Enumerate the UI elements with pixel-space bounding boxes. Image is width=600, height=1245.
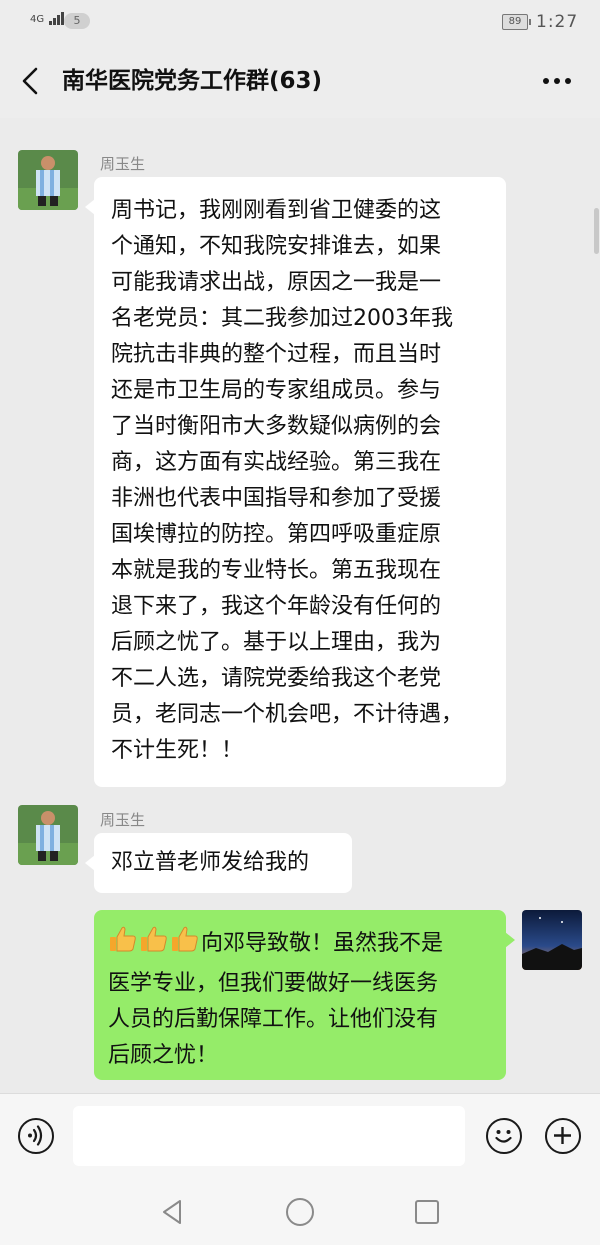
voice-input-button[interactable] [18, 1118, 54, 1154]
voice-input-icon [28, 1125, 43, 1146]
nav-home-button[interactable] [284, 1196, 316, 1228]
message-line: 名老党员：其二我参加过2003年我 [111, 306, 453, 331]
message-bubble[interactable]: 周书记，我刚刚看到省卫健委的这 个通知，不知我院安排谁去，如果 可能我请求出战，… [85, 177, 506, 787]
message-line: 还是市卫生局的专家组成员。参与 [111, 378, 442, 403]
back-button[interactable] [18, 66, 44, 96]
signal-icon: 4G [30, 12, 65, 25]
message-first-line: 向邓导致敬！虽然我不是 [108, 924, 496, 966]
message-line: 向邓导致敬！虽然我不是 [201, 931, 444, 956]
sender-avatar[interactable] [18, 150, 78, 210]
message-line: 本就是我的专业特长。第五我现在 [111, 558, 442, 583]
system-nav-bar [0, 1177, 600, 1245]
message-line: 不二人选，请院党委给我这个老党 [111, 666, 442, 691]
message-line: 国埃博拉的防控。第四呼吸重症原 [111, 522, 442, 547]
message-line: 不计生死！！ [111, 738, 244, 763]
chat-header: 南华医院党务工作群(63) [0, 46, 600, 118]
message-line: 后顾之忧了。基于以上理由，我为 [111, 630, 442, 655]
message-bubble[interactable]: 邓立普老师发给我的 [85, 833, 352, 893]
thumbs-up-icon [170, 924, 200, 966]
message-input[interactable] [73, 1106, 465, 1166]
smiley-icon [495, 1130, 512, 1143]
status-bar: 4G 5 89 1:27 [0, 0, 600, 46]
sender-name: 周玉生 [100, 155, 146, 173]
sent-message-bubble[interactable]: 向邓导致敬！虽然我不是 医学专业，但我们要做好一线医务 人员的后勤保障工作。让他… [94, 910, 515, 1080]
message-line: 周书记，我刚刚看到省卫健委的这 [111, 198, 442, 223]
message-line: 非洲也代表中国指导和参加了受援 [111, 486, 442, 511]
nav-back-button[interactable] [156, 1197, 188, 1227]
more-button[interactable] [540, 68, 574, 94]
message-line: 员，老同志一个机会吧，不计待遇， [111, 702, 464, 727]
triangle-back-icon [163, 1200, 181, 1224]
chat-title: 南华医院党务工作群(63) [62, 68, 323, 94]
plus-icon [554, 1127, 571, 1144]
circle-home-icon [286, 1198, 314, 1226]
ellipsis-icon [543, 78, 571, 84]
message-line: 医学专业，但我们要做好一线医务 [108, 971, 439, 996]
input-bar [0, 1093, 600, 1178]
status-time: 1:27 [536, 12, 579, 32]
message-line: 邓立普老师发给我的 [111, 850, 310, 875]
message-line: 后顾之忧！ [108, 1043, 219, 1068]
message-line: 院抗击非典的整个过程，而且当时 [111, 342, 442, 367]
square-recents-icon [415, 1200, 439, 1224]
battery-icon: 89 [502, 14, 531, 30]
nav-recents-button[interactable] [412, 1197, 442, 1227]
message-line: 可能我请求出战，原因之一我是一 [111, 270, 442, 295]
message-line: 商，这方面有实战经验。第三我在 [111, 450, 442, 475]
thumbs-up-icon [139, 924, 169, 966]
message-line: 退下来了，我这个年龄没有任何的 [111, 594, 442, 619]
sim-badge: 5 [64, 13, 90, 29]
sender-avatar[interactable] [18, 805, 78, 865]
my-avatar[interactable] [522, 910, 582, 970]
network-type: 4G [30, 14, 45, 25]
plus-button[interactable] [545, 1118, 581, 1154]
scrollbar[interactable] [594, 208, 599, 254]
thumbs-up-icon [108, 924, 138, 966]
message-line: 个通知，不知我院安排谁去，如果 [111, 234, 442, 259]
message-line: 了当时衡阳市大多数疑似病例的会 [111, 414, 442, 439]
message-line: 人员的后勤保障工作。让他们没有 [108, 1007, 439, 1032]
sender-name: 周玉生 [100, 811, 146, 829]
emoji-button[interactable] [486, 1118, 522, 1154]
chevron-left-icon [22, 67, 38, 95]
